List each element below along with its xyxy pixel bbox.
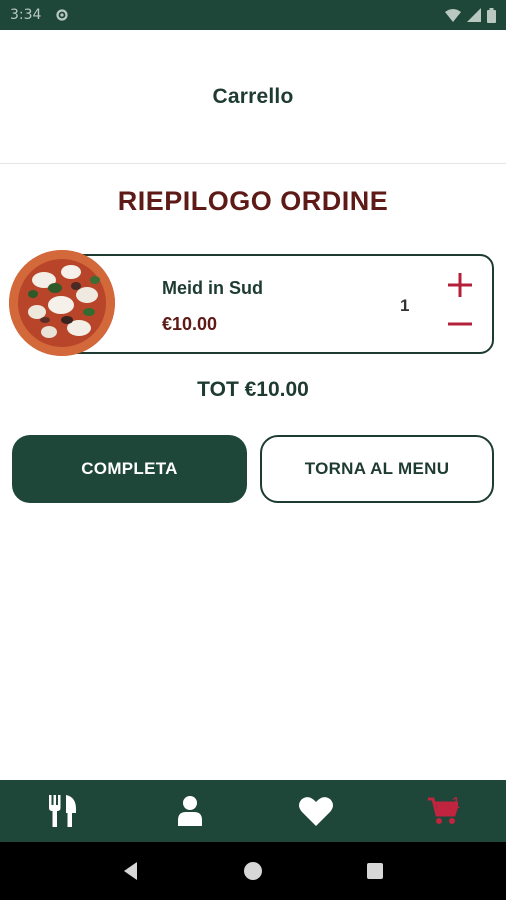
cart-count-badge: 1 — [451, 795, 461, 812]
complete-order-button[interactable]: COMPLETA — [12, 435, 247, 503]
user-icon — [177, 796, 202, 826]
status-time: 3:34 — [10, 7, 42, 23]
order-total: TOT €10.00 — [197, 378, 309, 401]
settings-icon — [56, 9, 69, 21]
app-header: Carrello — [0, 30, 506, 164]
wifi-icon — [445, 9, 461, 22]
order-summary-title: RIEPILOGO ORDINE — [117, 186, 389, 216]
signal-icon — [467, 8, 481, 22]
home-icon[interactable] — [241, 859, 265, 883]
cart-screen: 3:34 Carrello RIEPILOGO ORDINE Meid in S… — [0, 0, 506, 900]
status-indicators — [445, 7, 496, 23]
nav-cart[interactable]: 1 — [380, 780, 506, 842]
page-title: Carrello — [212, 84, 294, 108]
back-icon[interactable] — [119, 859, 143, 883]
nav-menu[interactable] — [0, 780, 127, 842]
battery-icon — [487, 7, 496, 23]
bottom-navigation: 1 — [0, 780, 506, 842]
item-price: €10.00 — [162, 314, 218, 334]
pizza-image — [9, 250, 115, 356]
nav-favorites[interactable] — [253, 780, 380, 842]
back-to-menu-button[interactable]: TORNA AL MENU — [260, 435, 494, 503]
cart-item-card — [60, 254, 494, 354]
recents-icon[interactable] — [363, 859, 387, 883]
nav-profile[interactable] — [127, 780, 254, 842]
item-quantity: 1 — [400, 296, 410, 315]
system-navigation — [0, 842, 506, 900]
item-name: Meid in Sud — [162, 278, 263, 298]
heart-icon — [299, 797, 334, 826]
increase-quantity-button[interactable] — [446, 271, 474, 299]
status-bar: 3:34 — [0, 0, 506, 30]
utensils-icon — [49, 795, 77, 827]
decrease-quantity-button[interactable] — [446, 310, 474, 338]
